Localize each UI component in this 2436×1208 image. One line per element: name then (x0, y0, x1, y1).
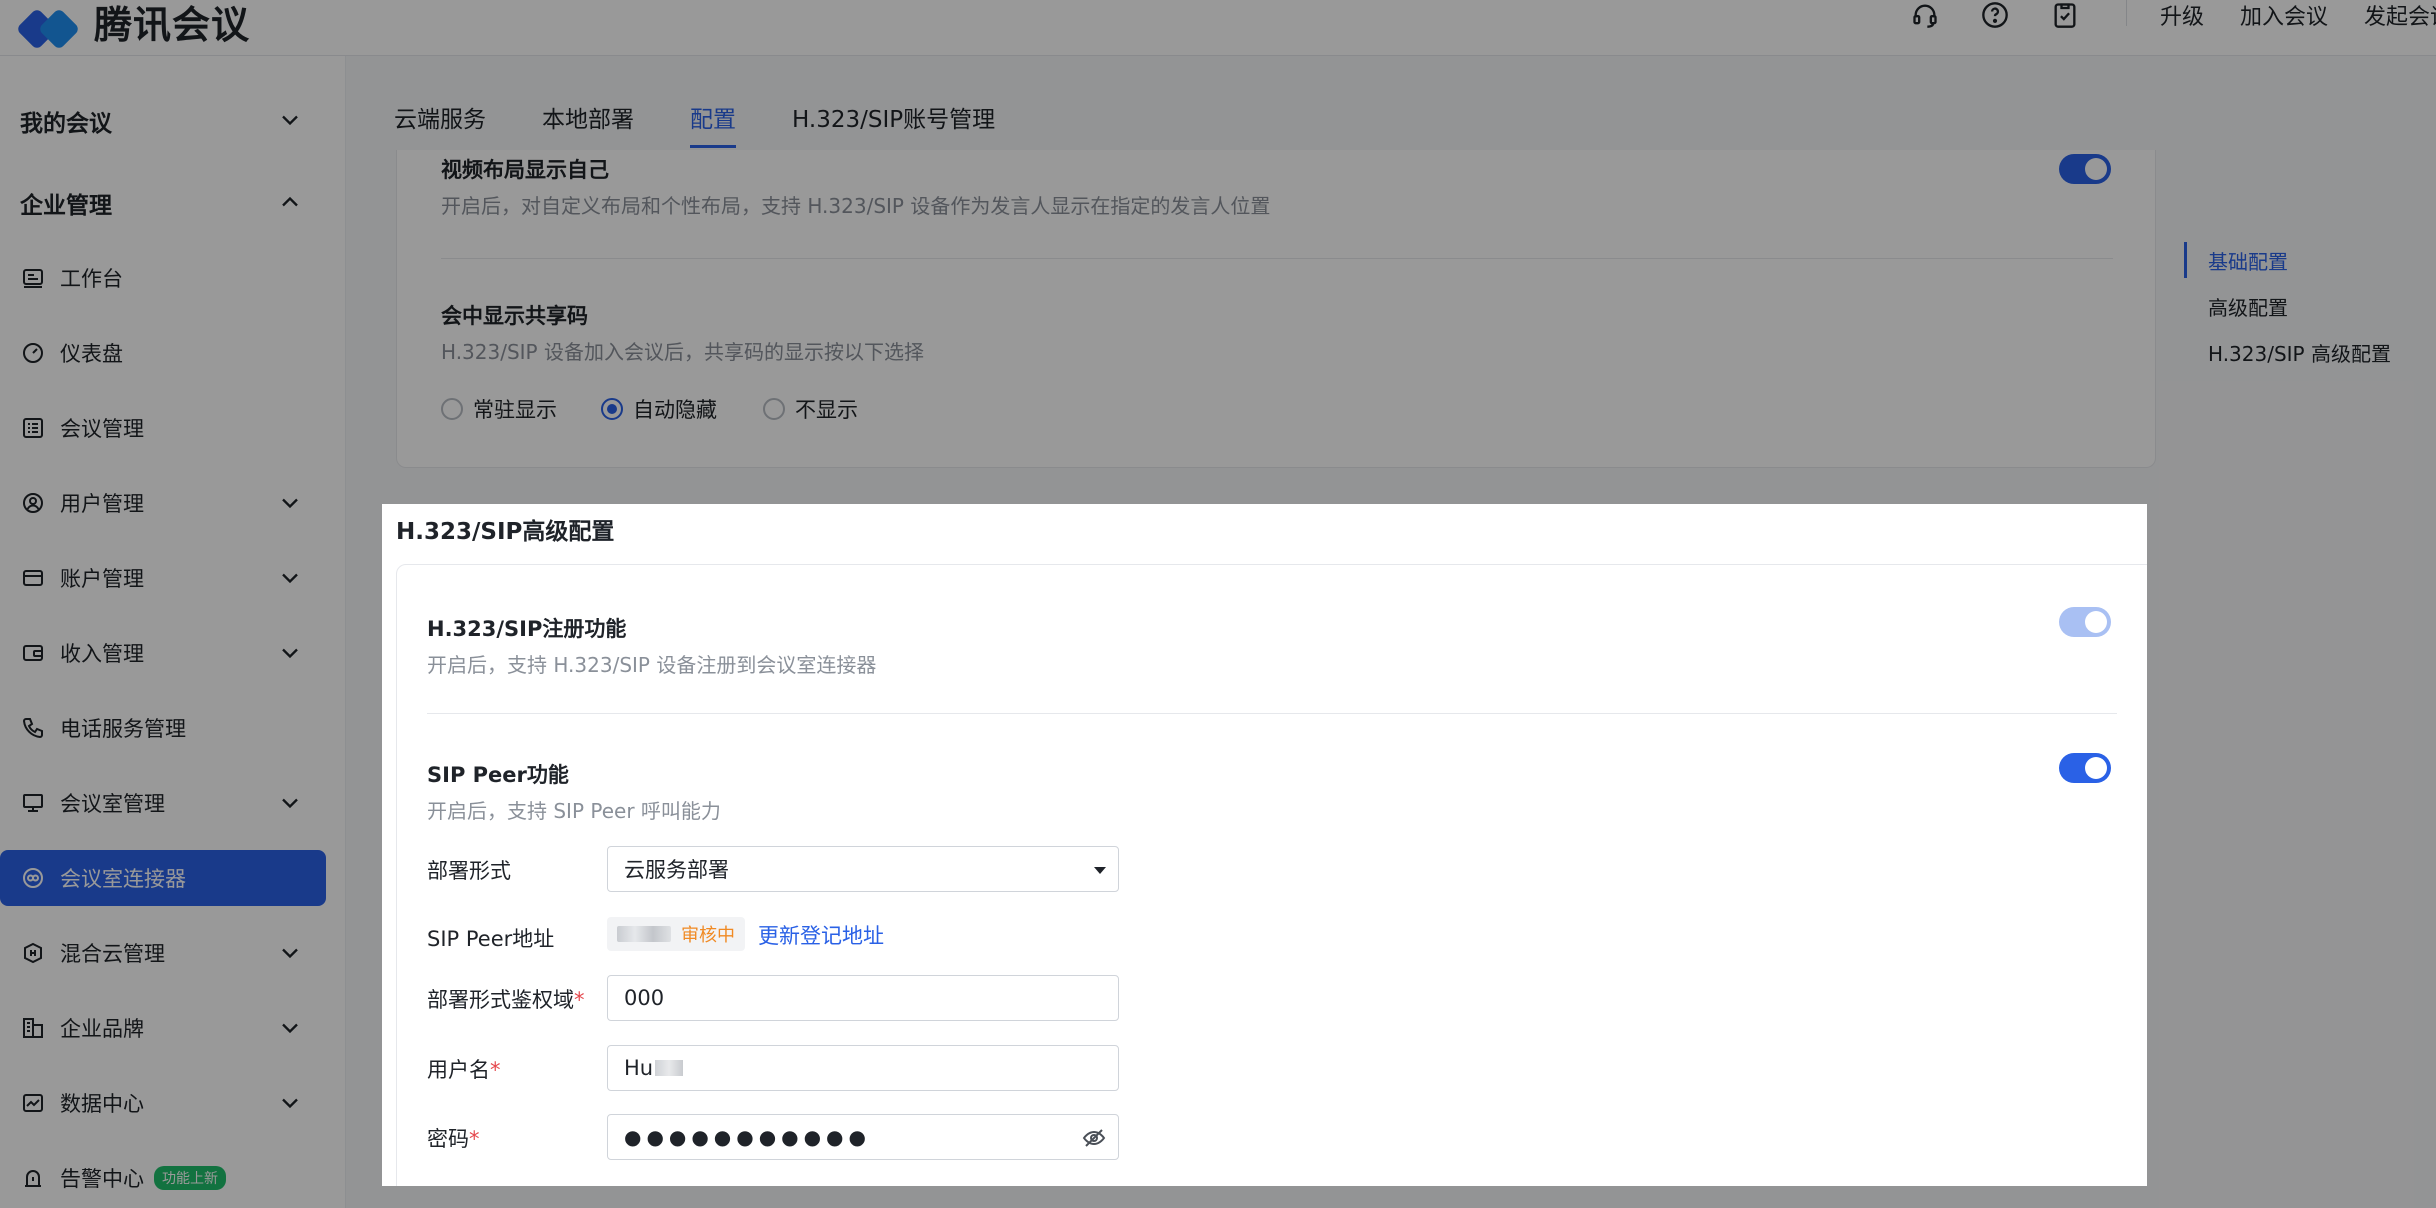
redacted-username (655, 1060, 684, 1076)
username-label: 用户名* (427, 1058, 501, 1082)
auth-domain-input[interactable]: 000 (607, 975, 1119, 1021)
h323-sip-advanced-card: H.323/SIP注册功能 开启后，支持 H.323/SIP 设备注册到会议室连… (396, 564, 2147, 1186)
eye-off-icon[interactable] (1082, 1126, 1106, 1150)
auth-domain-label: 部署形式鉴权域* (427, 988, 585, 1012)
sip-peer-addr-chip: 审核中 (607, 917, 745, 951)
register-desc: 开启后，支持 H.323/SIP 设备注册到会议室连接器 (427, 653, 877, 677)
password-masked-value: ●●●●●●●●●●● (624, 1125, 871, 1149)
sip-peer-desc: 开启后，支持 SIP Peer 呼叫能力 (427, 799, 721, 823)
register-toggle[interactable] (2059, 607, 2111, 637)
register-title: H.323/SIP注册功能 (427, 617, 627, 641)
deploy-label: 部署形式 (427, 859, 511, 883)
divider (427, 713, 2117, 714)
deploy-select[interactable]: 云服务部署 (607, 846, 1119, 892)
sip-peer-addr-label: SIP Peer地址 (427, 927, 555, 951)
update-address-link[interactable]: 更新登记地址 (758, 920, 884, 950)
auth-domain-value: 000 (624, 986, 665, 1010)
review-status: 审核中 (681, 925, 735, 946)
section-title: H.323/SIP高级配置 (396, 519, 615, 545)
redacted-address (617, 926, 671, 942)
sip-peer-title: SIP Peer功能 (427, 763, 569, 787)
caret-down-icon (1094, 867, 1106, 874)
password-label: 密码* (427, 1127, 480, 1151)
deploy-select-value: 云服务部署 (624, 858, 729, 882)
password-input[interactable]: ●●●●●●●●●●● (607, 1114, 1119, 1160)
h323-sip-advanced-panel: H.323/SIP高级配置 H.323/SIP注册功能 开启后，支持 H.323… (382, 504, 2147, 1186)
username-input[interactable]: Hu (607, 1045, 1119, 1091)
username-value: Hu (624, 1056, 654, 1080)
sip-peer-toggle[interactable] (2059, 753, 2111, 783)
